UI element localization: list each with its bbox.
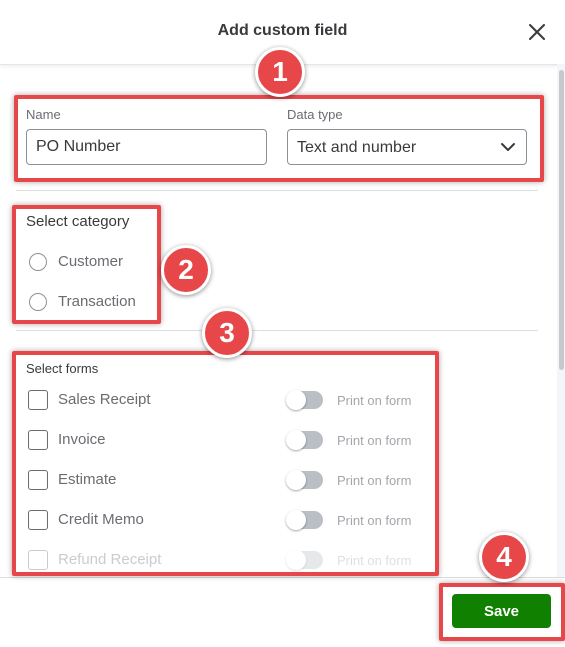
callout-badge-1: 1 (255, 47, 305, 97)
callout-badge-3: 3 (202, 308, 252, 358)
divider (16, 190, 538, 191)
scrollbar-thumb[interactable] (559, 70, 564, 370)
callout-box-name-datatype (14, 95, 544, 182)
close-icon (529, 24, 545, 40)
callout-badge-2: 2 (161, 245, 211, 295)
callout-box-save (439, 583, 565, 641)
close-button[interactable] (526, 21, 548, 43)
dialog-title: Add custom field (217, 22, 348, 39)
callout-badge-4: 4 (479, 532, 529, 582)
divider (16, 330, 538, 331)
callout-box-category (12, 205, 161, 324)
callout-box-forms (12, 351, 439, 576)
